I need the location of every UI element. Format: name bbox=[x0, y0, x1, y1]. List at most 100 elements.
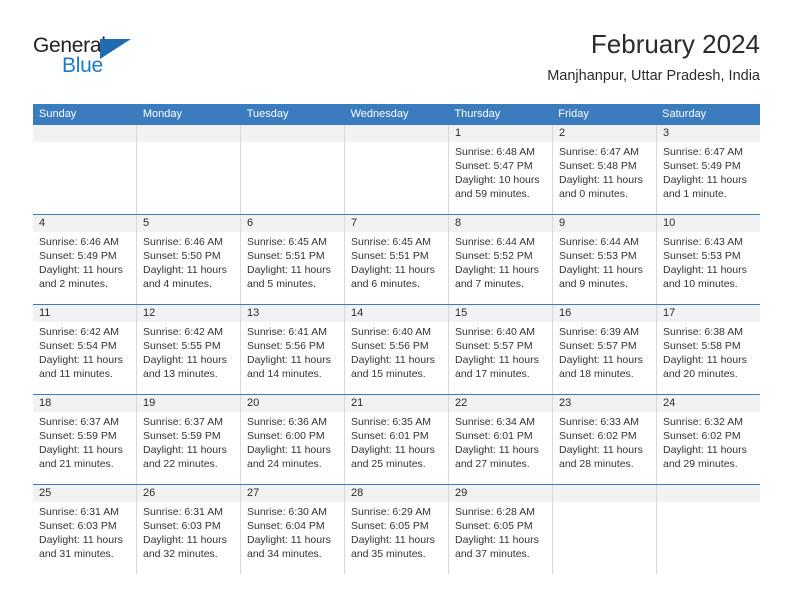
day-number: 28 bbox=[345, 485, 448, 502]
sunrise-text: Sunrise: 6:33 AM bbox=[559, 416, 639, 428]
day-details: Sunrise: 6:37 AM Sunset: 5:59 PM Daylight:… bbox=[33, 412, 136, 471]
calendar-day-cell[interactable]: 28 Sunrise: 6:29 AM Sunset: 6:05 PM Dayligh… bbox=[345, 485, 449, 574]
sunrise-text: Sunrise: 6:31 AM bbox=[39, 506, 119, 518]
generalblue-logo[interactable]: General Blue bbox=[33, 34, 143, 80]
calendar-day-cell[interactable] bbox=[137, 125, 241, 214]
calendar-day-cell[interactable]: 3 Sunrise: 6:47 AM Sunset: 5:49 PM Daylight… bbox=[657, 125, 760, 214]
calendar-week-row: 11 Sunrise: 6:42 AM Sunset: 5:54 PM Dayligh… bbox=[33, 304, 760, 394]
calendar-day-cell[interactable]: 2 Sunrise: 6:47 AM Sunset: 5:48 PM Daylight… bbox=[553, 125, 657, 214]
daylight-text-line1: Daylight: 11 hours bbox=[559, 264, 643, 276]
daylight-text-line1: Daylight: 11 hours bbox=[143, 534, 227, 546]
sunrise-text: Sunrise: 6:44 AM bbox=[455, 236, 535, 248]
title-block: February 2024 Manjhanpur, Uttar Pradesh,… bbox=[547, 28, 760, 86]
calendar-day-cell[interactable]: 4 Sunrise: 6:46 AM Sunset: 5:49 PM Daylight… bbox=[33, 215, 137, 304]
calendar-day-cell[interactable]: 19 Sunrise: 6:37 AM Sunset: 5:59 PM Dayligh… bbox=[137, 395, 241, 484]
sunrise-text: Sunrise: 6:31 AM bbox=[143, 506, 223, 518]
location-subtitle: Manjhanpur, Uttar Pradesh, India bbox=[547, 68, 760, 84]
sunset-text: Sunset: 6:01 PM bbox=[455, 430, 533, 442]
sunrise-text: Sunrise: 6:28 AM bbox=[455, 506, 535, 518]
daylight-text-line2: and 2 minutes. bbox=[39, 278, 108, 290]
sunset-text: Sunset: 6:01 PM bbox=[351, 430, 429, 442]
daylight-text-line2: and 1 minute. bbox=[663, 188, 727, 200]
calendar-day-cell[interactable]: 25 Sunrise: 6:31 AM Sunset: 6:03 PM Dayligh… bbox=[33, 485, 137, 574]
sunrise-text: Sunrise: 6:40 AM bbox=[455, 326, 535, 338]
day-number: 25 bbox=[33, 485, 136, 502]
day-details: Sunrise: 6:38 AM Sunset: 5:58 PM Daylight:… bbox=[657, 322, 760, 381]
calendar-day-cell[interactable]: 6 Sunrise: 6:45 AM Sunset: 5:51 PM Daylight… bbox=[241, 215, 345, 304]
calendar-day-cell[interactable]: 15 Sunrise: 6:40 AM Sunset: 5:57 PM Dayligh… bbox=[449, 305, 553, 394]
day-number bbox=[657, 485, 760, 502]
calendar-day-cell[interactable]: 26 Sunrise: 6:31 AM Sunset: 6:03 PM Dayligh… bbox=[137, 485, 241, 574]
daylight-text-line2: and 24 minutes. bbox=[247, 458, 322, 470]
day-number: 5 bbox=[137, 215, 240, 232]
calendar-day-cell[interactable]: 18 Sunrise: 6:37 AM Sunset: 5:59 PM Dayligh… bbox=[33, 395, 137, 484]
day-number: 17 bbox=[657, 305, 760, 322]
calendar-day-cell[interactable]: 23 Sunrise: 6:33 AM Sunset: 6:02 PM Dayligh… bbox=[553, 395, 657, 484]
calendar-day-cell[interactable]: 12 Sunrise: 6:42 AM Sunset: 5:55 PM Dayligh… bbox=[137, 305, 241, 394]
sunrise-text: Sunrise: 6:32 AM bbox=[663, 416, 743, 428]
weekday-header-tuesday: Tuesday bbox=[246, 108, 289, 120]
calendar-day-cell[interactable] bbox=[33, 125, 137, 214]
calendar-day-cell[interactable]: 9 Sunrise: 6:44 AM Sunset: 5:53 PM Daylight… bbox=[553, 215, 657, 304]
day-number: 2 bbox=[553, 125, 656, 142]
day-number: 9 bbox=[553, 215, 656, 232]
calendar-day-cell[interactable]: 27 Sunrise: 6:30 AM Sunset: 6:04 PM Dayligh… bbox=[241, 485, 345, 574]
calendar-day-cell[interactable]: 10 Sunrise: 6:43 AM Sunset: 5:53 PM Dayligh… bbox=[657, 215, 760, 304]
sunrise-text: Sunrise: 6:44 AM bbox=[559, 236, 639, 248]
day-details: Sunrise: 6:31 AM Sunset: 6:03 PM Daylight:… bbox=[137, 502, 240, 561]
calendar-day-cell[interactable]: 20 Sunrise: 6:36 AM Sunset: 6:00 PM Dayligh… bbox=[241, 395, 345, 484]
calendar-day-cell[interactable]: 14 Sunrise: 6:40 AM Sunset: 5:56 PM Dayligh… bbox=[345, 305, 449, 394]
weekday-header-friday: Friday bbox=[558, 108, 589, 120]
daylight-text-line2: and 27 minutes. bbox=[455, 458, 530, 470]
weekday-header-wednesday: Wednesday bbox=[350, 108, 409, 120]
daylight-text-line2: and 18 minutes. bbox=[559, 368, 634, 380]
daylight-text-line2: and 28 minutes. bbox=[559, 458, 634, 470]
calendar-day-cell[interactable]: 8 Sunrise: 6:44 AM Sunset: 5:52 PM Daylight… bbox=[449, 215, 553, 304]
calendar-day-cell[interactable]: 22 Sunrise: 6:34 AM Sunset: 6:01 PM Dayligh… bbox=[449, 395, 553, 484]
calendar-day-cell[interactable]: 21 Sunrise: 6:35 AM Sunset: 6:01 PM Dayligh… bbox=[345, 395, 449, 484]
sunset-text: Sunset: 5:54 PM bbox=[39, 340, 117, 352]
sunset-text: Sunset: 5:57 PM bbox=[559, 340, 637, 352]
sunrise-text: Sunrise: 6:36 AM bbox=[247, 416, 327, 428]
calendar-day-cell[interactable]: 7 Sunrise: 6:45 AM Sunset: 5:51 PM Daylight… bbox=[345, 215, 449, 304]
calendar-day-cell[interactable]: 5 Sunrise: 6:46 AM Sunset: 5:50 PM Daylight… bbox=[137, 215, 241, 304]
calendar-day-cell[interactable] bbox=[657, 485, 760, 574]
calendar-day-cell[interactable]: 17 Sunrise: 6:38 AM Sunset: 5:58 PM Dayligh… bbox=[657, 305, 760, 394]
sunset-text: Sunset: 6:03 PM bbox=[39, 520, 117, 532]
sunset-text: Sunset: 5:51 PM bbox=[247, 250, 325, 262]
day-details: Sunrise: 6:29 AM Sunset: 6:05 PM Daylight:… bbox=[345, 502, 448, 561]
calendar-day-cell[interactable]: 29 Sunrise: 6:28 AM Sunset: 6:05 PM Dayligh… bbox=[449, 485, 553, 574]
sunrise-text: Sunrise: 6:37 AM bbox=[143, 416, 223, 428]
daylight-text-line2: and 5 minutes. bbox=[247, 278, 316, 290]
sunset-text: Sunset: 5:56 PM bbox=[351, 340, 429, 352]
daylight-text-line1: Daylight: 11 hours bbox=[663, 174, 747, 186]
sunset-text: Sunset: 5:53 PM bbox=[663, 250, 741, 262]
day-number: 19 bbox=[137, 395, 240, 412]
day-details: Sunrise: 6:41 AM Sunset: 5:56 PM Daylight:… bbox=[241, 322, 344, 381]
day-details bbox=[33, 142, 136, 145]
calendar-day-cell[interactable]: 1 Sunrise: 6:48 AM Sunset: 5:47 PM Daylight… bbox=[449, 125, 553, 214]
daylight-text-line1: Daylight: 11 hours bbox=[143, 444, 227, 456]
sunrise-text: Sunrise: 6:46 AM bbox=[39, 236, 119, 248]
daylight-text-line1: Daylight: 11 hours bbox=[351, 444, 435, 456]
day-number: 18 bbox=[33, 395, 136, 412]
calendar-week-row: 25 Sunrise: 6:31 AM Sunset: 6:03 PM Dayligh… bbox=[33, 484, 760, 574]
calendar-day-cell[interactable] bbox=[345, 125, 449, 214]
sunset-text: Sunset: 6:05 PM bbox=[455, 520, 533, 532]
calendar-day-cell[interactable]: 11 Sunrise: 6:42 AM Sunset: 5:54 PM Dayligh… bbox=[33, 305, 137, 394]
daylight-text-line2: and 7 minutes. bbox=[455, 278, 524, 290]
daylight-text-line2: and 35 minutes. bbox=[351, 548, 426, 560]
calendar-day-cell[interactable] bbox=[553, 485, 657, 574]
calendar-day-cell[interactable] bbox=[241, 125, 345, 214]
day-number: 20 bbox=[241, 395, 344, 412]
sunset-text: Sunset: 5:48 PM bbox=[559, 160, 637, 172]
day-details: Sunrise: 6:44 AM Sunset: 5:52 PM Daylight:… bbox=[449, 232, 552, 291]
daylight-text-line1: Daylight: 11 hours bbox=[39, 354, 123, 366]
calendar-day-cell[interactable]: 16 Sunrise: 6:39 AM Sunset: 5:57 PM Dayligh… bbox=[553, 305, 657, 394]
daylight-text-line1: Daylight: 11 hours bbox=[455, 354, 539, 366]
sunset-text: Sunset: 5:56 PM bbox=[247, 340, 325, 352]
calendar-day-cell[interactable]: 13 Sunrise: 6:41 AM Sunset: 5:56 PM Dayligh… bbox=[241, 305, 345, 394]
daylight-text-line2: and 20 minutes. bbox=[663, 368, 738, 380]
calendar-day-cell[interactable]: 24 Sunrise: 6:32 AM Sunset: 6:02 PM Dayligh… bbox=[657, 395, 760, 484]
day-number: 6 bbox=[241, 215, 344, 232]
